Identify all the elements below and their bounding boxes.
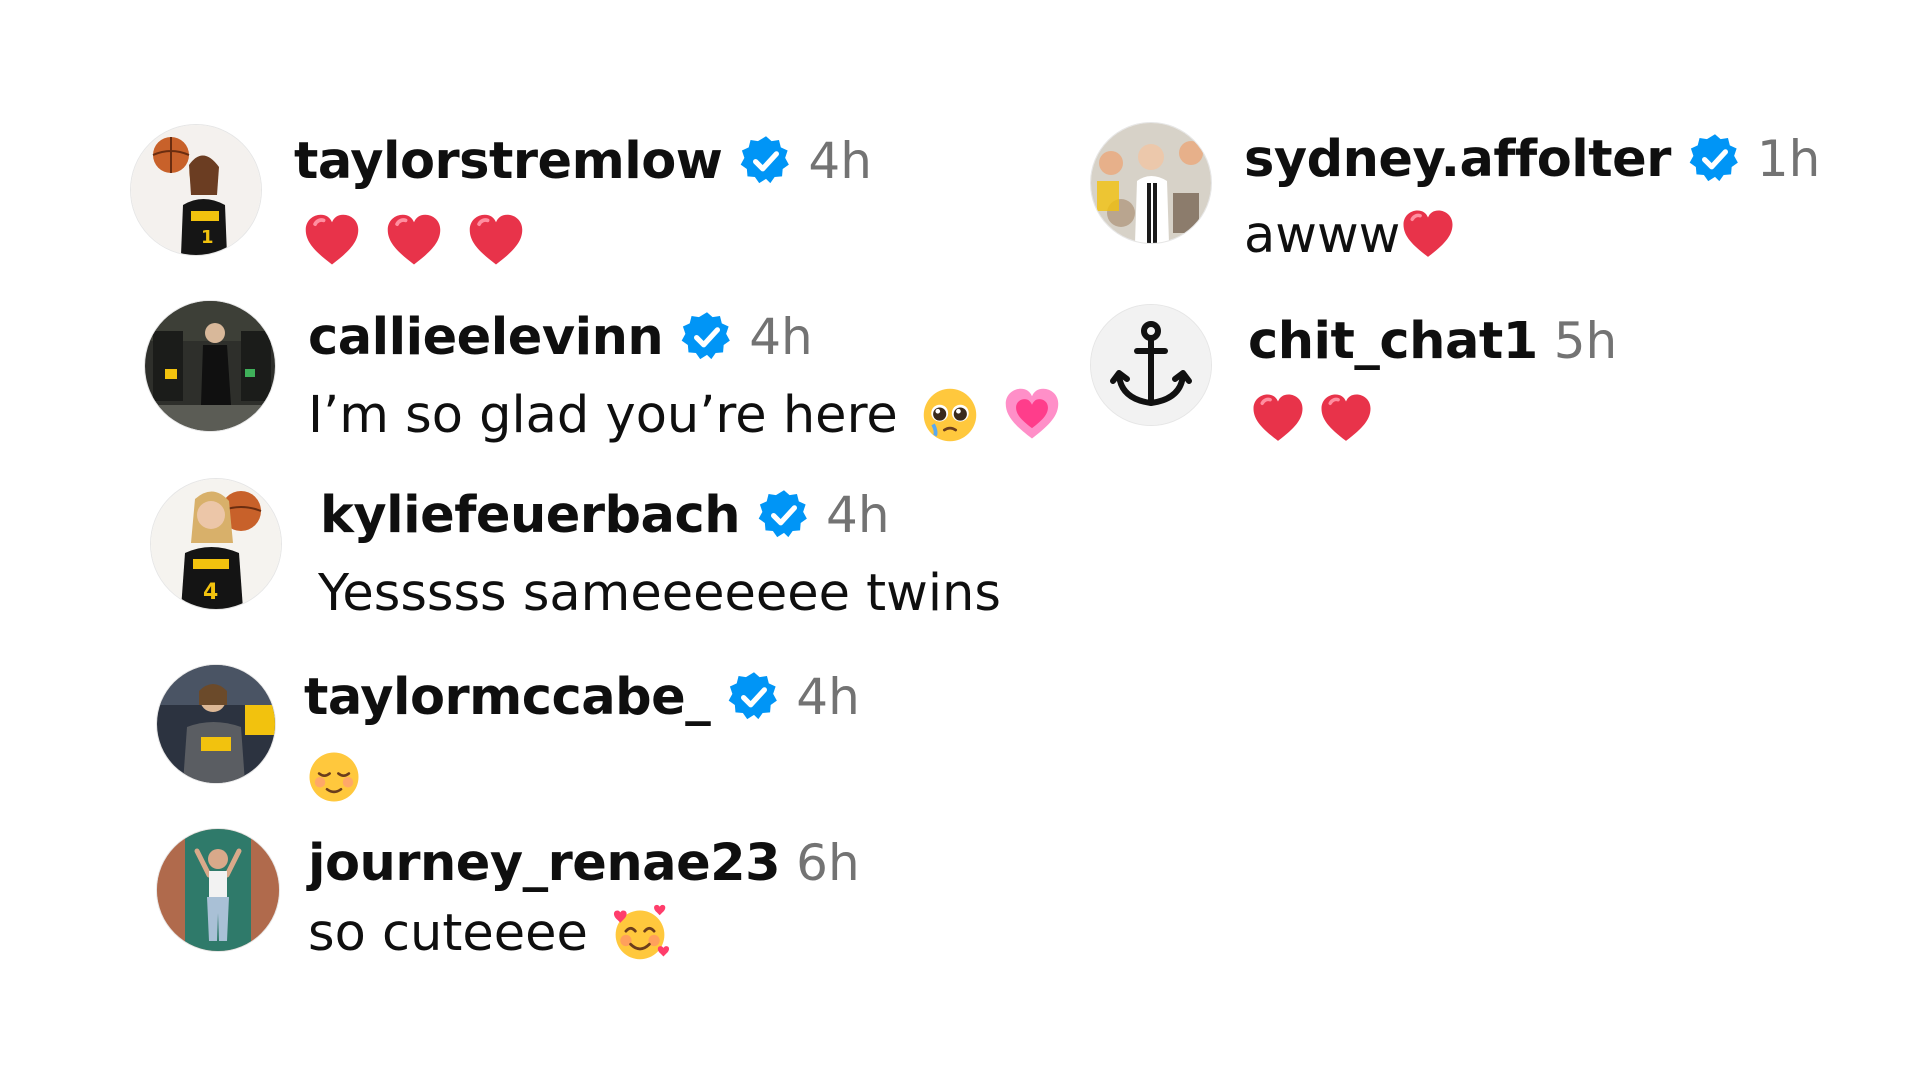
red-heart-icon: [466, 211, 526, 271]
red-heart-icon: [302, 211, 362, 271]
comment-timestamp[interactable]: 1h: [1757, 130, 1821, 188]
avatar[interactable]: 4: [150, 478, 282, 610]
avatar[interactable]: [156, 828, 280, 952]
avatar[interactable]: [1090, 122, 1212, 244]
verified-badge-icon: [740, 135, 792, 187]
comment-username[interactable]: sydney.affolter: [1244, 130, 1671, 189]
verified-badge-icon: [1689, 133, 1741, 185]
comment-text: I’m so glad you’re here: [308, 382, 1062, 448]
comment-text: awww: [1244, 202, 1456, 268]
comment-text-content: I’m so glad you’re here: [308, 385, 898, 445]
comment-text: Yesssss sameeeeeee twins: [318, 560, 1001, 626]
red-heart-icon: [384, 211, 444, 271]
smiling-face-with-hearts-icon: [610, 903, 670, 963]
comment-text: so cuteeee: [308, 900, 670, 966]
verified-badge-icon: [728, 671, 780, 723]
avatar[interactable]: [144, 300, 276, 432]
comment-timestamp[interactable]: 5h: [1554, 312, 1618, 370]
red-heart-icon: [1250, 391, 1306, 447]
comment-username[interactable]: callieelevinn: [308, 308, 664, 367]
verified-badge-icon: [758, 489, 810, 541]
pleading-face-icon: [920, 385, 980, 445]
comment-username[interactable]: chit_chat1: [1248, 312, 1538, 371]
comment-username[interactable]: kyliefeuerbach: [320, 486, 741, 545]
comment-timestamp[interactable]: 4h: [749, 308, 813, 366]
avatar[interactable]: [156, 664, 276, 784]
comment-text-content: so cuteeee: [308, 903, 588, 963]
svg-text:1: 1: [201, 227, 214, 248]
comment-text-content: Yesssss sameeeeeee twins: [318, 563, 1001, 623]
comment-username[interactable]: taylormccabe_: [304, 668, 711, 727]
comment-timestamp[interactable]: 6h: [796, 834, 860, 892]
relieved-face-icon: [306, 749, 362, 805]
comment-timestamp[interactable]: 4h: [796, 668, 860, 726]
comment-timestamp[interactable]: 4h: [826, 486, 890, 544]
avatar[interactable]: [1090, 304, 1212, 426]
avatar[interactable]: 1: [130, 124, 262, 256]
pink-heart-icon: [1002, 385, 1062, 445]
verified-badge-icon: [681, 311, 733, 363]
red-heart-icon: [1318, 391, 1374, 447]
comment-username[interactable]: taylorstremlow: [294, 132, 723, 191]
comment-text: [302, 208, 526, 274]
comment-username[interactable]: journey_renae23: [308, 834, 781, 893]
svg-text:4: 4: [203, 580, 218, 605]
comment-text: [306, 744, 362, 810]
comment-text: [1250, 386, 1374, 452]
comment-timestamp[interactable]: 4h: [808, 132, 872, 190]
red-heart-icon: [1400, 207, 1456, 263]
comment-text-content: awww: [1244, 205, 1401, 265]
comments-panel: 1 taylorstremlow 4h callieelevinn 4h I’m…: [0, 0, 1920, 1080]
